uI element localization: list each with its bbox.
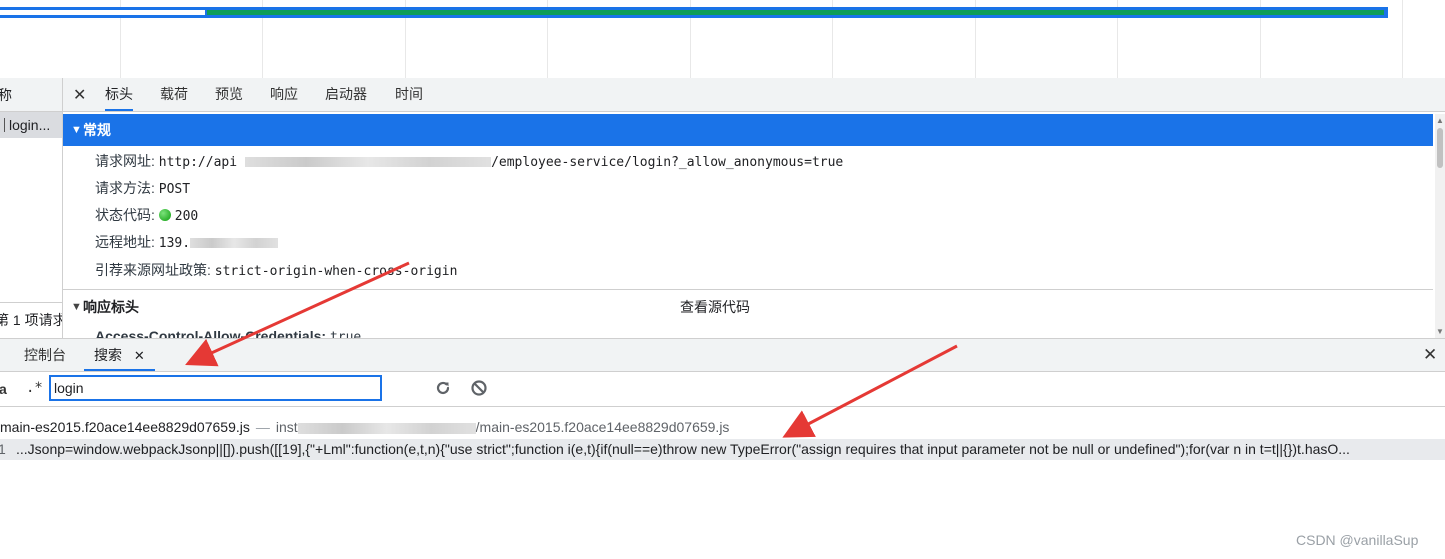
name-column-header: 称 [0, 87, 12, 103]
tab-search[interactable]: 搜索 ✕ [84, 339, 155, 371]
network-timeline-overview[interactable] [0, 0, 1445, 78]
status-code-label: 状态代码: [95, 207, 155, 223]
referrer-policy-value[interactable]: strict-origin-when-cross-origin [215, 264, 458, 279]
triangle-down-icon: ▼ [71, 124, 82, 136]
status-code-value[interactable]: 200 [175, 209, 198, 224]
csdn-watermark: CSDN @vanillaSup [1296, 532, 1419, 548]
request-list: 称 login... 第 1 项请求 [0, 78, 63, 338]
response-headers-title: 响应标头 [83, 299, 139, 315]
response-header-value[interactable]: true [330, 330, 361, 338]
refresh-icon[interactable] [433, 378, 453, 398]
scrollbar-thumb[interactable] [1437, 128, 1443, 168]
timeline-request-download [207, 10, 1384, 15]
request-method-value[interactable]: POST [159, 182, 190, 197]
triangle-down-icon: ▼ [71, 301, 82, 313]
redacted-ip [190, 238, 279, 249]
request-url-prefix[interactable]: http://api [159, 155, 237, 170]
redacted-host [245, 157, 492, 168]
status-ok-icon [158, 209, 171, 221]
request-url-suffix[interactable]: /employee-service/login?_allow_anonymous… [491, 155, 843, 170]
general-section-title: 常规 [83, 122, 111, 138]
result-path-prefix: inst [275, 419, 298, 435]
timeline-request-waiting [0, 10, 205, 15]
general-section-header[interactable]: ▼ 常规 [63, 114, 1433, 146]
redacted-path [297, 422, 476, 434]
result-separator: — [255, 419, 270, 435]
tab-headers[interactable]: 标头 [105, 78, 133, 111]
timeline-gridline [1402, 0, 1403, 78]
response-header-name: Access-Control-Allow-Credentials: [95, 328, 327, 338]
tab-console[interactable]: 控制台 [24, 339, 66, 371]
section-divider [63, 289, 1433, 290]
detail-tabbar: ✕ 标头 载荷 预览 响应 启动器 时间 [63, 78, 1445, 112]
request-detail-panel: ✕ 标头 载荷 预览 响应 启动器 时间 ▼ 常规 请求网址: http://a… [63, 78, 1445, 338]
result-file-name: main-es2015.f20ace14ee8829d07659.js [0, 419, 250, 435]
status-code-row: 状态代码: 200 [95, 205, 198, 225]
summary-text: 第 1 项请求 [0, 312, 63, 328]
search-input[interactable] [49, 375, 382, 401]
remote-address-prefix[interactable]: 139. [159, 236, 190, 251]
request-count-summary: 第 1 项请求 [0, 302, 62, 338]
close-search-tab-icon[interactable]: ✕ [134, 348, 145, 363]
referrer-policy-label: 引荐来源网址政策: [95, 262, 211, 278]
regex-button[interactable]: .* [26, 380, 43, 396]
response-header-row: Access-Control-Allow-Credentials: true [95, 326, 361, 338]
remote-address-row: 远程地址: 139. [95, 232, 279, 252]
row-separator [4, 118, 5, 132]
result-line-number: 1 [0, 441, 6, 457]
referrer-policy-row: 引荐来源网址政策: strict-origin-when-cross-origi… [95, 260, 457, 280]
search-toolbar: a .* [0, 372, 1445, 407]
request-method-row: 请求方法: POST [95, 178, 190, 198]
result-code-snippet: ...Jsonp=window.webpackJsonp||[]).push([… [16, 441, 1350, 457]
tab-timing[interactable]: 时间 [395, 78, 423, 111]
clear-icon[interactable] [469, 378, 489, 398]
tab-response[interactable]: 响应 [270, 78, 298, 111]
detail-scrollbar[interactable]: ▲ ▼ [1435, 114, 1445, 338]
match-case-button[interactable]: a [0, 381, 7, 397]
result-path-suffix: /main-es2015.f20ace14ee8829d07659.js [475, 419, 730, 435]
close-drawer-icon[interactable]: ✕ [1423, 345, 1437, 365]
close-detail-icon[interactable]: ✕ [73, 85, 86, 105]
search-result-file[interactable]: main-es2015.f20ace14ee8829d07659.js — inst… [0, 417, 729, 437]
drawer-tabbar: 控制台 搜索 ✕ ✕ [0, 339, 1445, 372]
search-result-line[interactable]: 1 ...Jsonp=window.webpackJsonp||[]).push… [0, 439, 1445, 460]
view-source-link[interactable]: 查看源代码 [680, 296, 750, 318]
request-name: login... [9, 117, 51, 133]
request-method-label: 请求方法: [95, 180, 155, 196]
drawer-panel: 控制台 搜索 ✕ ✕ a .* main-es2015.f20ace14ee88… [0, 338, 1445, 559]
tab-preview[interactable]: 预览 [215, 78, 243, 111]
tab-initiator[interactable]: 启动器 [325, 78, 367, 111]
remote-address-label: 远程地址: [95, 234, 155, 250]
request-row-login[interactable]: login... [0, 112, 62, 138]
request-url-label: 请求网址: [95, 153, 155, 169]
tab-payload[interactable]: 载荷 [160, 78, 188, 111]
scroll-down-icon[interactable]: ▼ [1436, 327, 1444, 336]
request-url-row: 请求网址: http://api/employee-service/login?… [95, 151, 843, 171]
request-list-header[interactable]: 称 [0, 78, 62, 112]
tab-search-label: 搜索 [94, 347, 122, 363]
scroll-up-icon[interactable]: ▲ [1436, 116, 1444, 125]
